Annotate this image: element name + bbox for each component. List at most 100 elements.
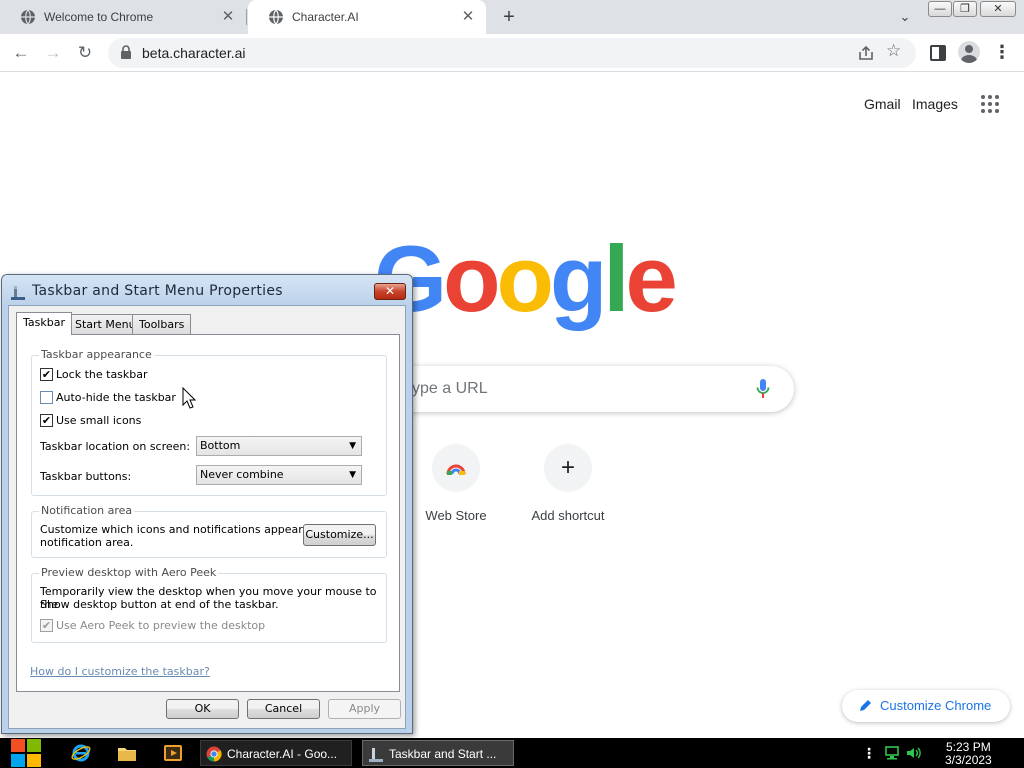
chevron-down-icon: ▼ [349, 470, 356, 480]
task-label: Character.AI - Goo... [227, 747, 338, 761]
dialog-titlebar[interactable]: Taskbar and Start Menu Properties ✕ [2, 275, 412, 305]
network-icon[interactable] [884, 746, 900, 760]
small-icons-row[interactable]: ✔ Use small icons [40, 413, 141, 427]
logo-letter: o [496, 226, 554, 331]
small-icons-checkbox[interactable]: ✔ [40, 413, 53, 427]
lock-taskbar-checkbox[interactable]: ✔ [40, 367, 53, 381]
globe-icon [269, 9, 283, 25]
buttons-label: Taskbar buttons: [40, 470, 132, 483]
aero-peek-group: Preview desktop with Aero Peek Temporari… [31, 566, 387, 643]
images-link[interactable]: Images [912, 96, 958, 112]
chevron-down-icon: ▼ [349, 441, 356, 451]
customize-chrome-button[interactable]: Customize Chrome [842, 690, 1010, 722]
properties-icon [11, 286, 25, 300]
tray-overflow-icon[interactable]: ⋮ [862, 744, 876, 762]
ok-button[interactable]: OK [166, 699, 239, 719]
file-explorer-icon[interactable] [116, 742, 138, 764]
dialog-close-button[interactable]: ✕ [374, 283, 406, 300]
microphone-icon[interactable] [756, 378, 770, 400]
tab-strip: Welcome to Chrome ✕ Character.AI ✕ + ⌄ —… [0, 0, 1024, 34]
apply-button[interactable]: Apply [328, 699, 401, 719]
back-arrow-icon[interactable]: ← [8, 40, 34, 66]
dialog-title: Taskbar and Start Menu Properties [32, 283, 283, 299]
tab-title: Character.AI [292, 10, 359, 24]
search-input[interactable]: ype a URL [380, 366, 794, 412]
close-icon[interactable]: ✕ [220, 9, 236, 25]
new-tab-button[interactable]: + [498, 6, 520, 28]
clock-date[interactable]: 3/3/2023 [945, 753, 992, 767]
notification-text-line2: notification area. [40, 536, 134, 549]
gmail-link[interactable]: Gmail [864, 96, 901, 112]
group-title: Taskbar appearance [39, 348, 154, 361]
url-text[interactable]: beta.character.ai [142, 45, 246, 61]
lock-icon[interactable] [120, 45, 132, 59]
lock-taskbar-row[interactable]: ✔ Lock the taskbar [40, 367, 148, 381]
search-placeholder: ype a URL [412, 380, 488, 397]
checkbox-label[interactable]: Auto-hide the taskbar [56, 391, 176, 404]
pencil-icon [860, 700, 871, 711]
bookmark-star-icon[interactable]: ☆ [886, 41, 901, 61]
shortcut-label: Web Store [425, 508, 487, 523]
browser-toolbar: ← → ↻ beta.character.ai ☆ [0, 34, 1024, 72]
profile-avatar-icon[interactable] [958, 41, 980, 63]
buttons-value: Never combine [200, 468, 284, 481]
autohide-taskbar-checkbox[interactable] [40, 390, 53, 404]
windows-start-icon[interactable] [6, 738, 46, 768]
location-label: Taskbar location on screen: [40, 440, 191, 453]
add-shortcut-button[interactable]: + Add shortcut [512, 444, 624, 523]
properties-icon [369, 748, 383, 762]
customize-chrome-label: Customize Chrome [880, 698, 992, 713]
tab-taskbar[interactable]: Taskbar [16, 312, 72, 335]
volume-icon[interactable] [906, 746, 922, 760]
dialog-body: Taskbar Start Menu Toolbars Taskbar appe… [8, 305, 406, 729]
web-store-icon [432, 444, 480, 492]
side-panel-icon[interactable] [930, 45, 946, 61]
window-restore-button[interactable]: ❐ [953, 1, 977, 17]
logo-letter: o [443, 226, 500, 331]
media-player-icon[interactable] [162, 742, 184, 764]
taskbar-tab-panel: Taskbar appearance ✔ Lock the taskbar Au… [16, 334, 400, 692]
aero-peek-row[interactable]: ✔ Use Aero Peek to preview the desktop [40, 618, 265, 632]
clock-time[interactable]: 5:23 PM [946, 740, 991, 754]
plus-icon: + [544, 444, 592, 492]
taskbar-item-chrome[interactable]: Character.AI - Goo... [200, 740, 352, 766]
task-label: Taskbar and Start ... [389, 747, 497, 761]
group-title: Notification area [39, 504, 135, 517]
logo-letter: e [625, 226, 678, 331]
chrome-menu-icon[interactable]: ⋮ [992, 40, 1012, 64]
autohide-taskbar-row[interactable]: Auto-hide the taskbar [40, 390, 176, 404]
close-icon[interactable]: ✕ [460, 9, 476, 25]
forward-arrow-icon[interactable]: → [40, 40, 66, 66]
tab-search-chevron-icon[interactable]: ⌄ [895, 7, 915, 27]
location-select[interactable]: Bottom ▼ [196, 436, 362, 456]
internet-explorer-icon[interactable] [70, 742, 92, 764]
checkbox-label[interactable]: Use Aero Peek to preview the desktop [56, 619, 265, 632]
notification-area-group: Notification area Customize which icons … [31, 504, 387, 558]
customize-notifications-button[interactable]: Customize... [303, 524, 376, 546]
tab-toolbars[interactable]: Toolbars [132, 314, 192, 334]
tab-welcome[interactable]: Welcome to Chrome ✕ [0, 0, 246, 34]
taskbar-appearance-group: Taskbar appearance ✔ Lock the taskbar Au… [31, 348, 387, 496]
window-close-button[interactable]: ✕ [980, 1, 1016, 17]
windows-taskbar: Character.AI - Goo... Taskbar and Start … [0, 738, 1024, 768]
group-title: Preview desktop with Aero Peek [39, 566, 219, 579]
checkbox-label[interactable]: Lock the taskbar [56, 368, 148, 381]
address-bar[interactable]: beta.character.ai ☆ [108, 38, 916, 68]
google-apps-icon[interactable] [981, 95, 999, 113]
window-minimize-button[interactable]: — [928, 1, 952, 17]
location-value: Bottom [200, 439, 241, 452]
share-icon[interactable] [856, 43, 876, 63]
mouse-cursor-icon [182, 387, 196, 409]
aero-peek-checkbox[interactable]: ✔ [40, 618, 53, 632]
taskbar-item-properties[interactable]: Taskbar and Start ... [362, 740, 514, 766]
reload-icon[interactable]: ↻ [72, 40, 98, 66]
peek-text-line2: Show desktop button at end of the taskba… [40, 598, 279, 611]
checkbox-label[interactable]: Use small icons [56, 414, 141, 427]
help-link[interactable]: How do I customize the taskbar? [30, 665, 210, 678]
shortcut-web-store[interactable]: Web Store [400, 444, 512, 523]
cancel-button[interactable]: Cancel [247, 699, 320, 719]
tab-separator [246, 9, 247, 25]
taskbar-properties-dialog: Taskbar and Start Menu Properties ✕ Task… [1, 274, 413, 734]
tab-character-ai[interactable]: Character.AI ✕ [248, 0, 486, 34]
taskbar-buttons-select[interactable]: Never combine ▼ [196, 465, 362, 485]
